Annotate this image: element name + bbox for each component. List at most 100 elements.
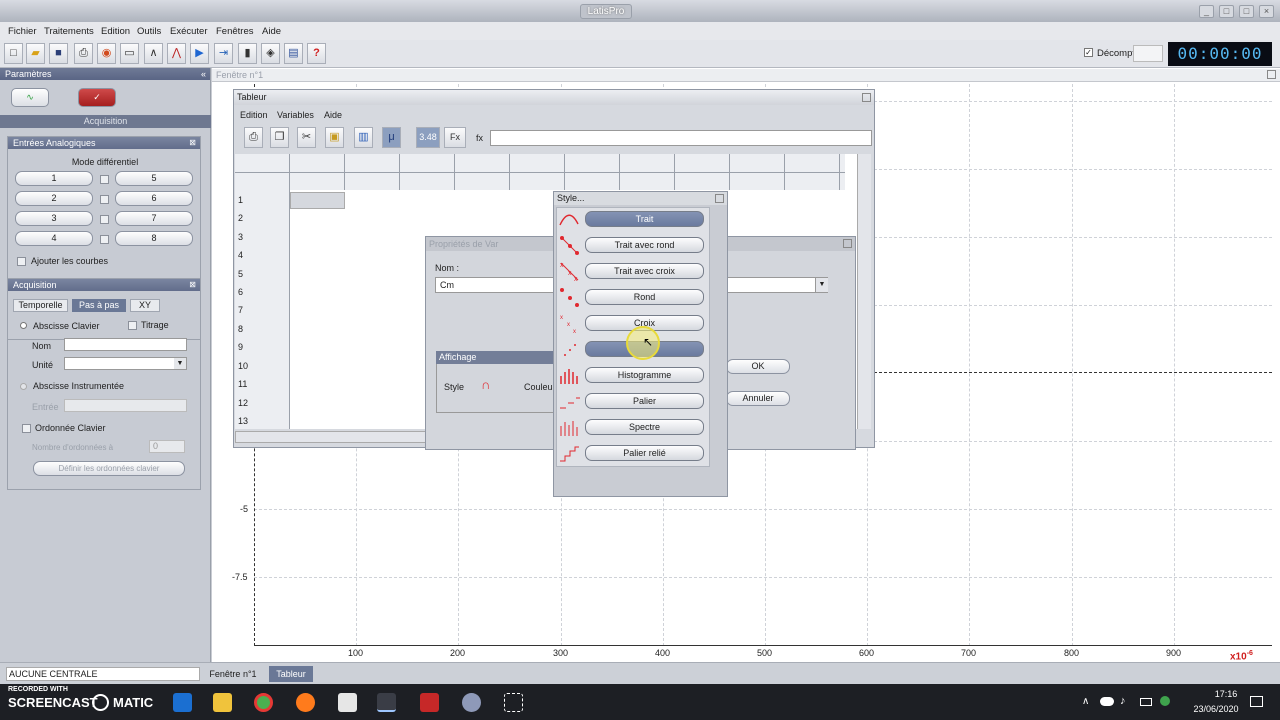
ordonnee-checkbox[interactable] [22,424,31,433]
copy-icon[interactable]: ❐ [270,127,289,148]
menu-fenetres[interactable]: Fenêtres [216,26,254,37]
channel-4-button[interactable]: 4 [15,231,93,246]
calculator-taskbar-icon[interactable] [338,693,357,712]
acquisition-settings-button[interactable]: ✓ [78,88,116,107]
acquisition-icon[interactable]: ⇥ [214,43,233,64]
restore-button[interactable]: □ [1239,5,1254,18]
channel-7-button[interactable]: 7 [115,211,193,226]
menu-traitements[interactable]: Traitements [44,26,94,37]
edge-icon[interactable] [173,693,192,712]
open-folder-icon[interactable]: ▰ [26,43,45,64]
volume-icon[interactable]: ♪ [1120,695,1126,707]
fx-button[interactable]: Fx [444,127,466,148]
channel-2-button[interactable]: 2 [15,191,93,206]
unit-icon[interactable]: μ [382,127,401,148]
app-taskbar-icon[interactable] [462,693,481,712]
menu-fichier[interactable]: Fichier [8,26,37,37]
new-file-icon[interactable]: □ [4,43,23,64]
notifications-icon[interactable] [1250,696,1263,707]
collapse-analog-icon[interactable]: ⊠ [189,137,196,149]
latispro-taskbar-icon[interactable] [377,693,396,712]
snipping-tool-icon[interactable] [504,693,523,712]
export-icon[interactable]: ▤ [284,43,303,64]
window-icon[interactable]: ▭ [120,43,139,64]
acquisition-tab[interactable]: Acquisition [0,115,211,128]
screencast-taskbar-icon[interactable] [420,693,439,712]
style-close-icon[interactable] [715,194,724,203]
abscisse-clavier-radio[interactable] [20,322,27,329]
style-trait-croix-button[interactable]: Trait avec croix [585,263,704,279]
status-tab-tableur[interactable]: Tableur [269,666,313,682]
horizontal-scrollbar[interactable] [235,431,435,443]
diff-checkbox-1[interactable] [100,175,109,184]
menu-aide[interactable]: Aide [262,26,281,37]
countdown-checkbox[interactable]: ✓ [1084,48,1093,57]
properties-close-icon[interactable] [843,239,852,248]
columns-icon[interactable]: ▥ [354,127,373,148]
minimize-button[interactable]: _ [1199,5,1214,18]
collapse-acq-icon[interactable]: ⊠ [189,279,196,291]
network-icon[interactable] [1160,696,1170,706]
channel-1-button[interactable]: 1 [15,171,93,186]
print-icon[interactable]: ⎙ [244,127,263,148]
style-trait-button[interactable]: Trait [585,211,704,227]
status-tab-window1[interactable]: Fenêtre n°1 [204,666,262,682]
explorer-icon[interactable] [213,693,232,712]
style-curve-icon[interactable]: ∩ [481,377,490,392]
formula-input[interactable] [490,130,872,146]
tableur-menu-edition[interactable]: Edition [240,110,268,120]
style-palier-button[interactable]: Palier [585,393,704,409]
menu-edition[interactable]: Edition [101,26,130,37]
define-ordinates-button[interactable]: Définir les ordonnées clavier [33,461,185,476]
battery-icon[interactable] [1140,698,1152,706]
paste-icon[interactable]: ▣ [325,127,344,148]
tab-temporelle[interactable]: Temporelle [13,299,68,312]
channel-5-button[interactable]: 5 [115,171,193,186]
tools-icon[interactable]: ◈ [261,43,280,64]
window1-maximize-icon[interactable] [1267,70,1276,79]
maximize-button[interactable]: □ [1219,5,1234,18]
add-curves-checkbox[interactable] [17,257,26,266]
channel-3-button[interactable]: 3 [15,211,93,226]
tab-xy[interactable]: XY [130,299,160,312]
modelisation-icon[interactable]: ◉ [97,43,116,64]
style-palier-relie-button[interactable]: Palier relié [585,445,704,461]
nb-ordonnees-input[interactable]: 0 [149,440,185,453]
selected-cell[interactable] [290,192,345,209]
cursor-curve-icon[interactable]: ⋀ [167,43,186,64]
number-format-button[interactable]: 3.48 [416,127,440,148]
cut-icon[interactable]: ✂ [297,127,316,148]
style-trait-rond-button[interactable]: Trait avec rond [585,237,704,253]
vertical-scrollbar[interactable] [857,154,871,429]
collapse-icon[interactable]: « [201,68,206,80]
menu-executer[interactable]: Exécuter [170,26,208,37]
curve-icon[interactable]: ∧ [144,43,163,64]
countdown-field[interactable] [1133,45,1163,62]
nom-input[interactable] [64,338,187,351]
diff-checkbox-4[interactable] [100,235,109,244]
save-icon[interactable]: ■ [49,43,68,64]
close-button[interactable]: × [1259,5,1274,18]
play-icon[interactable]: ▶ [190,43,209,64]
analog-inputs-button[interactable]: ∿ [11,88,49,107]
channel-8-button[interactable]: 8 [115,231,193,246]
menu-outils[interactable]: Outils [137,26,161,37]
diff-checkbox-3[interactable] [100,215,109,224]
calculator-icon[interactable]: ▮ [238,43,257,64]
style-histogramme-button[interactable]: Histogramme [585,367,704,383]
annuler-button[interactable]: Annuler [726,391,790,406]
tray-chevron-icon[interactable]: ∧ [1082,696,1089,707]
onedrive-icon[interactable] [1100,697,1114,706]
abscisse-instr-radio[interactable] [20,383,27,390]
style-spectre-button[interactable]: Spectre [585,419,704,435]
titrage-checkbox[interactable] [128,321,137,330]
print-icon[interactable]: ⎙ [74,43,93,64]
entree-select[interactable] [64,399,187,412]
style-rond-button[interactable]: Rond [585,289,704,305]
dropdown-arrow-icon[interactable]: ▼ [815,278,828,292]
tableur-maximize-icon[interactable] [862,93,871,102]
tableur-menu-aide[interactable]: Aide [324,110,342,120]
firefox-icon[interactable] [296,693,315,712]
diff-checkbox-2[interactable] [100,195,109,204]
chrome-icon[interactable] [254,693,273,712]
